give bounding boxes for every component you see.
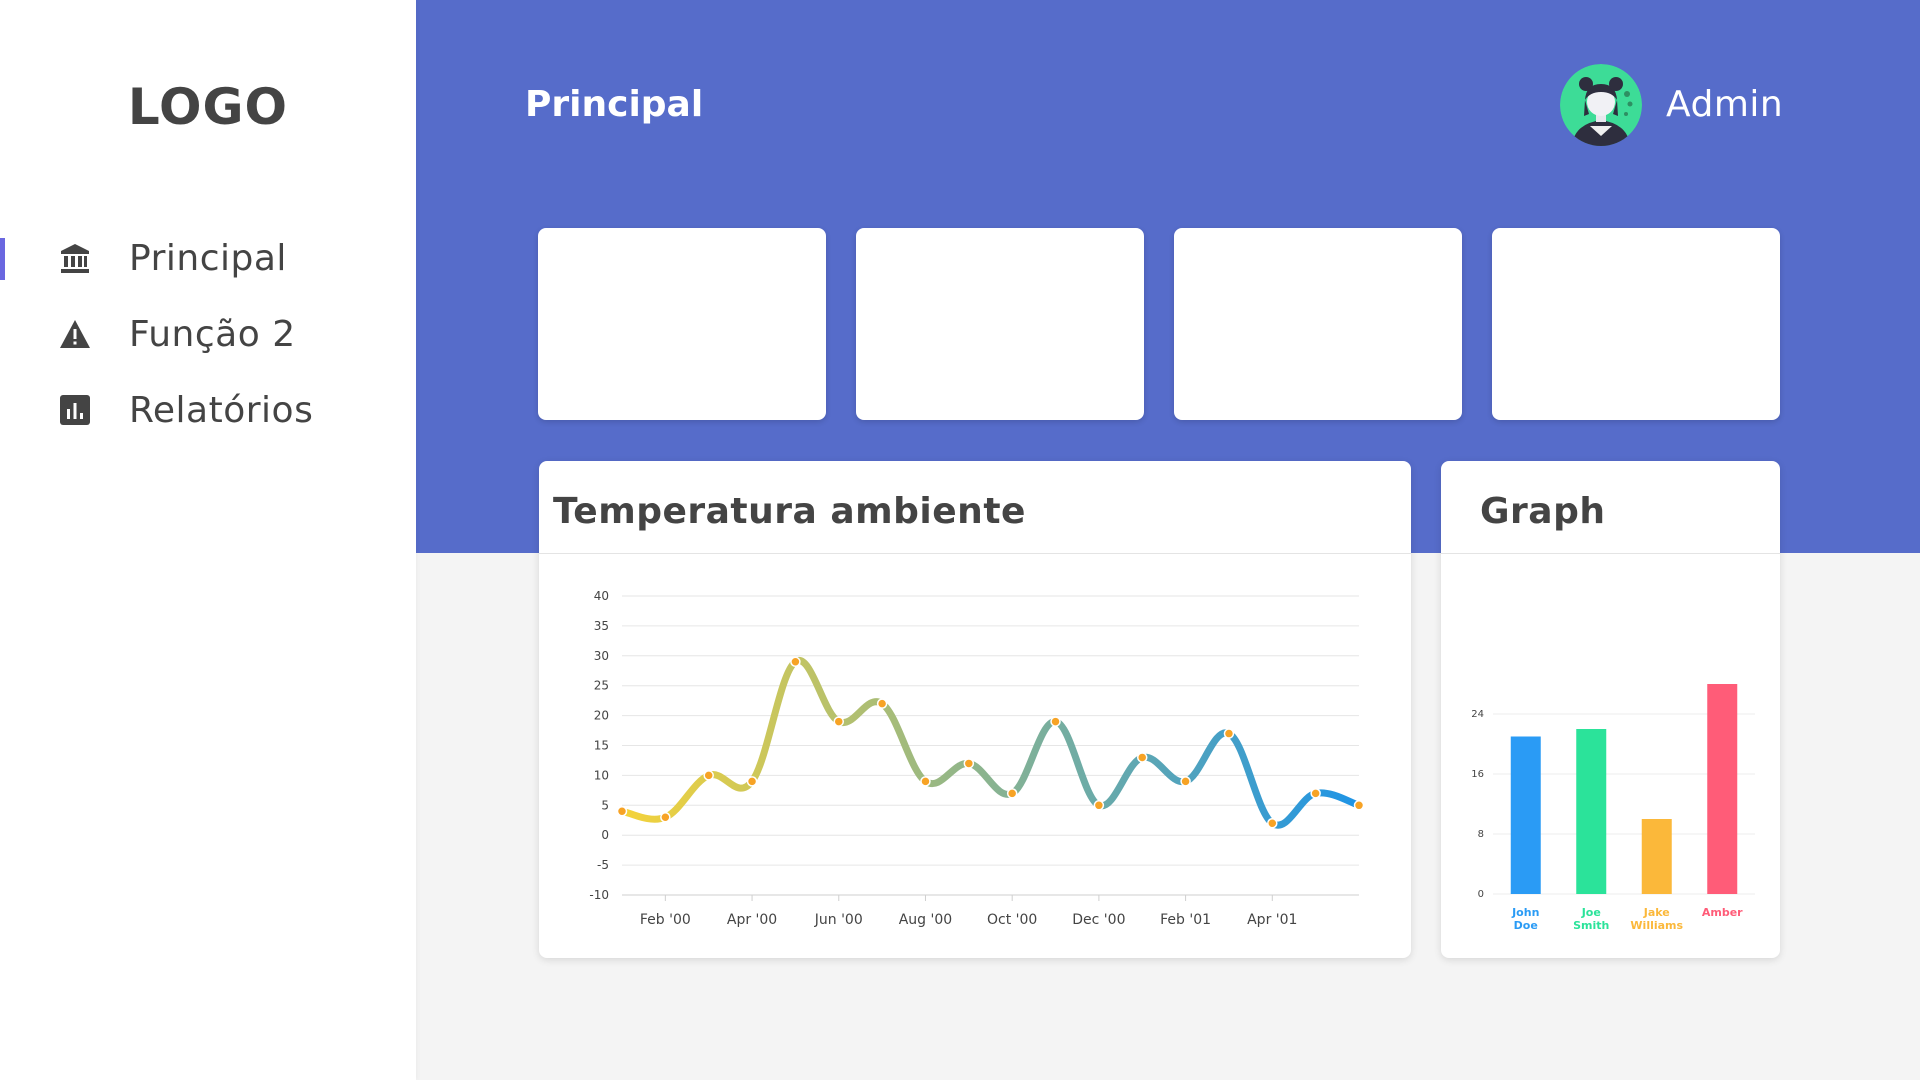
page-title: Principal xyxy=(525,84,704,125)
user-name[interactable]: Admin xyxy=(1666,84,1783,125)
panel-title: Graph xyxy=(1480,491,1606,532)
x-tick-label: Feb '01 xyxy=(1160,912,1211,928)
x-tick-label: Amber xyxy=(1702,906,1743,919)
bank-icon xyxy=(58,241,92,275)
data-point xyxy=(1180,776,1191,787)
data-point xyxy=(1050,716,1061,727)
stat-card xyxy=(538,228,826,420)
data-point xyxy=(920,776,931,787)
sidebar: LOGO Principal Função 2 Relatórios xyxy=(0,0,416,1080)
data-point xyxy=(963,758,975,769)
y-tick-label: 24 xyxy=(1471,709,1484,720)
x-tick-label: Jun '00 xyxy=(814,912,863,928)
data-point xyxy=(746,776,758,787)
data-point xyxy=(1353,800,1365,811)
x-tick-label: Doe xyxy=(1514,919,1538,932)
sidebar-item-principal[interactable]: Principal xyxy=(0,228,416,288)
stat-card xyxy=(1174,228,1462,420)
x-tick-label: Dec '00 xyxy=(1072,912,1125,928)
y-tick-label: 25 xyxy=(594,679,609,693)
bar xyxy=(1707,684,1738,894)
y-tick-label: 5 xyxy=(601,798,609,812)
panel-title: Temperatura ambiente xyxy=(553,491,1026,532)
sidebar-item-relatorios[interactable]: Relatórios xyxy=(0,380,416,440)
y-tick-label: 16 xyxy=(1471,769,1484,780)
data-point xyxy=(1267,817,1278,829)
data-point xyxy=(876,698,888,709)
data-point xyxy=(790,656,801,668)
y-tick-label: 30 xyxy=(594,649,609,663)
temperature-line-chart: 40 35 30 25 20 15 10 5 0 -5 -10 Feb '00 Apr '00 Jun '… xyxy=(589,589,1365,928)
sidebar-item-funcao-2[interactable]: Função 2 xyxy=(0,304,416,364)
y-tick-label: 15 xyxy=(594,739,609,753)
x-tick-label: Williams xyxy=(1630,919,1683,932)
y-tick-label: -10 xyxy=(589,888,609,902)
temperature-panel: Temperatura ambiente 40 35 30 25 20 15 10 5 0 -5 -… xyxy=(539,461,1411,958)
data-point xyxy=(660,812,671,823)
x-tick-label: Joe xyxy=(1581,906,1601,919)
graph-panel: Graph 0 8 16 24 John Doe Joe Smith Jake Williams A… xyxy=(1441,461,1780,958)
bar xyxy=(1576,729,1607,894)
data-point xyxy=(703,770,714,781)
bar-chart-icon xyxy=(58,393,92,427)
stat-card xyxy=(1492,228,1780,420)
y-tick-label: 10 xyxy=(594,768,609,782)
x-tick-label: Apr '00 xyxy=(727,912,777,928)
data-point xyxy=(1006,788,1018,799)
x-tick-label: Apr '01 xyxy=(1247,912,1297,928)
x-tick-label: Jake xyxy=(1643,906,1670,919)
data-point xyxy=(1093,800,1105,811)
y-tick-label: 8 xyxy=(1478,829,1484,840)
data-point xyxy=(1223,728,1235,739)
x-tick-label: Aug '00 xyxy=(899,912,952,928)
warning-icon xyxy=(58,317,92,351)
x-tick-label: Smith xyxy=(1573,919,1609,932)
sidebar-item-label: Relatórios xyxy=(129,389,314,431)
x-tick-label: John xyxy=(1511,906,1539,919)
x-tick-label: Oct '00 xyxy=(987,912,1037,928)
data-point xyxy=(1136,752,1148,763)
avatar[interactable] xyxy=(1560,64,1642,146)
y-tick-label: 20 xyxy=(594,709,609,723)
logo: LOGO xyxy=(127,78,289,136)
y-tick-label: 40 xyxy=(594,589,609,603)
stat-card xyxy=(856,228,1144,420)
x-tick-label: Feb '00 xyxy=(640,912,691,928)
y-tick-label: -5 xyxy=(597,858,609,872)
data-point xyxy=(833,716,845,727)
y-tick-label: 35 xyxy=(594,619,609,633)
graph-bar-chart: 0 8 16 24 JohnDoe JoeSmith JakeWilliams Amber xyxy=(1471,684,1755,932)
y-tick-label: 0 xyxy=(1478,889,1484,900)
data-point xyxy=(616,806,628,817)
bar xyxy=(1510,736,1541,894)
data-point xyxy=(1310,788,1321,799)
y-tick-label: 0 xyxy=(601,828,609,842)
bar xyxy=(1641,819,1672,894)
sidebar-item-label: Função 2 xyxy=(129,313,296,355)
sidebar-item-label: Principal xyxy=(129,237,287,279)
